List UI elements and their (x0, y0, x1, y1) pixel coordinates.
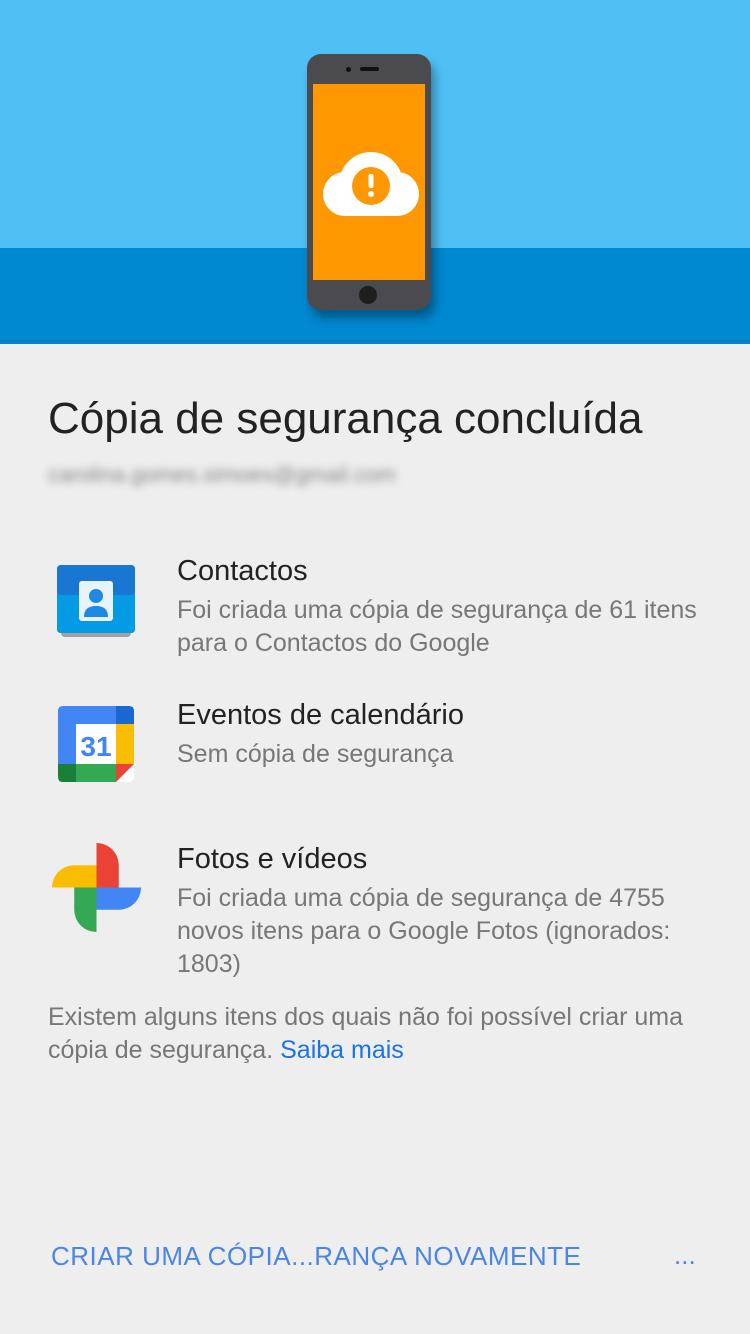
phone-screen (313, 84, 425, 280)
page-title: Cópia de segurança concluída (48, 394, 643, 443)
photos-description: Foi criada uma cópia de segurança de 475… (177, 884, 671, 978)
phone-camera (346, 67, 351, 72)
contacts-title: Contactos (177, 555, 308, 587)
more-options-button[interactable]: ... (674, 1240, 696, 1271)
calendar-description: Sem cópia de segurança (177, 740, 454, 768)
account-email: carolina.gomes.simoes@gmail.com (48, 462, 396, 487)
photos-title: Fotos e vídeos (177, 843, 368, 875)
footnote: Existem alguns itens dos quais não foi p… (48, 1001, 698, 1067)
calendar-icon-date: 31 (80, 731, 111, 762)
hero-banner (0, 0, 750, 344)
calendar-title: Eventos de calendário (177, 699, 464, 731)
contacts-description: Foi criada uma cópia de segurança de 61 … (177, 596, 697, 657)
hero-divider (0, 340, 750, 344)
learn-more-link[interactable]: Saiba mais (280, 1036, 404, 1064)
photos-item[interactable]: Fotos e vídeos Foi criada uma cópia de s… (177, 841, 697, 981)
cloud-warning-icon (323, 152, 419, 216)
phone-illustration (307, 54, 431, 310)
calendar-item[interactable]: Eventos de calendário Sem cópia de segur… (177, 697, 697, 771)
contacts-icon (57, 565, 135, 637)
phone-speaker (360, 67, 379, 71)
contacts-item[interactable]: Contactos Foi criada uma cópia de segura… (177, 553, 697, 660)
backup-again-button[interactable]: CRIAR UMA CÓPIA...RANÇA NOVAMENTE (51, 1241, 581, 1272)
calendar-icon: 31 (58, 706, 134, 782)
google-photos-icon (52, 843, 141, 932)
phone-home-button (359, 286, 377, 304)
